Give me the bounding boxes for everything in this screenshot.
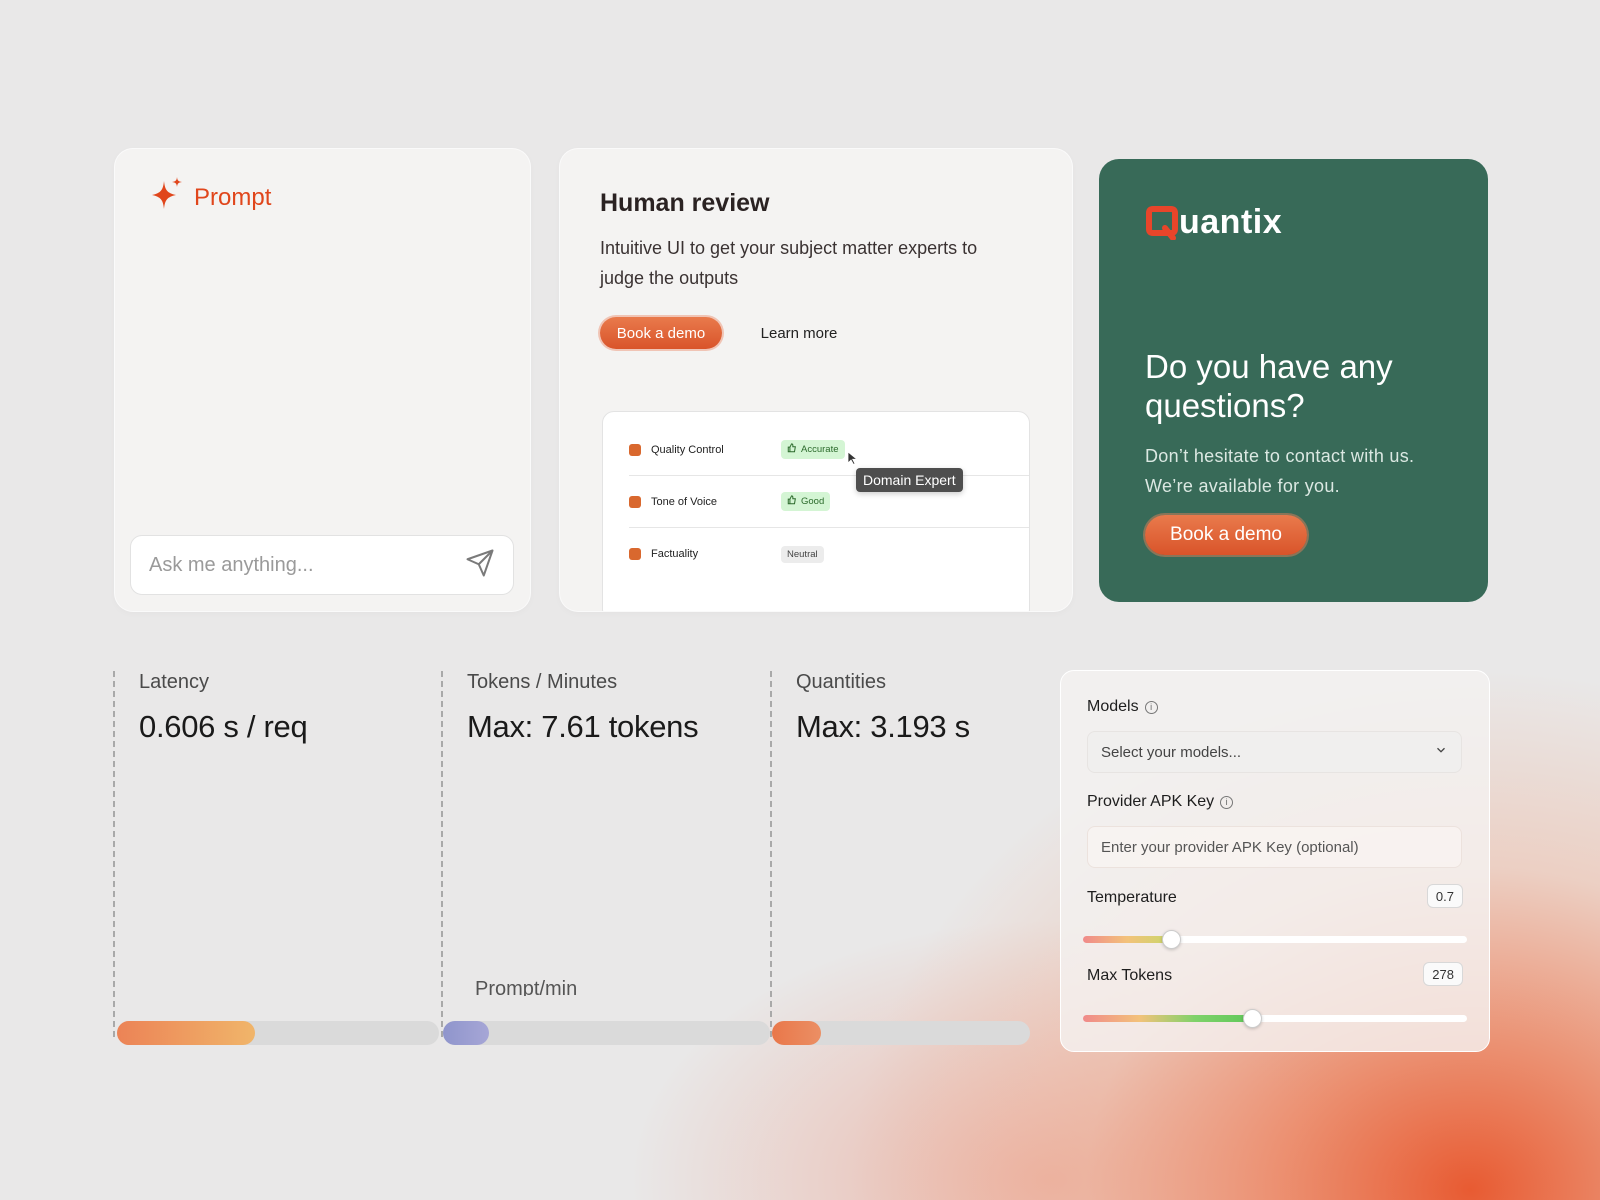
model-settings-panel: Models i Select your models... Provider …: [1060, 670, 1490, 1052]
quantix-logo: uantix: [1145, 203, 1282, 242]
verdict-tag-label: Neutral: [787, 548, 818, 560]
chevron-down-icon: [1434, 743, 1448, 761]
contact-card: uantix Do you have any questions? Don’t …: [1099, 159, 1488, 602]
temperature-slider[interactable]: [1083, 930, 1467, 949]
models-select[interactable]: Select your models...: [1087, 731, 1462, 773]
api-key-input[interactable]: [1087, 826, 1462, 868]
cursor-icon: [847, 451, 859, 470]
contact-book-demo-button[interactable]: Book a demo: [1145, 515, 1307, 555]
criterion-icon: [629, 495, 641, 508]
thumbs-up-icon: [787, 443, 797, 456]
review-row: Factuality Neutral: [629, 528, 1029, 580]
prompt-card: Prompt: [115, 149, 530, 611]
quantix-logo-mark: [1146, 205, 1178, 240]
latency-progress-track: [117, 1021, 439, 1045]
quantix-logo-text: uantix: [1179, 203, 1283, 241]
criterion-icon: [629, 443, 641, 456]
api-key-label-row: Provider APK Key i: [1087, 793, 1234, 811]
send-icon[interactable]: [465, 548, 495, 583]
temperature-slider-thumb[interactable]: [1162, 930, 1182, 949]
sparkle-icon: [150, 177, 184, 218]
review-description: Intuitive UI to get your subject matter …: [600, 238, 978, 288]
metric-value: Max: 7.61 tokens: [467, 709, 699, 744]
verdict-tag[interactable]: Neutral: [781, 545, 824, 563]
review-title: Human review: [600, 189, 770, 217]
temperature-label-row: Temperature: [1087, 889, 1177, 907]
thumbs-up-icon: [787, 495, 797, 508]
domain-expert-tooltip: Domain Expert: [856, 468, 963, 492]
max-tokens-label: Max Tokens: [1087, 967, 1173, 984]
book-demo-button[interactable]: Book a demo: [600, 317, 722, 349]
metric-value: 0.606 s / req: [139, 709, 308, 744]
tokens-progress-track: [443, 1021, 770, 1045]
latency-metric: Latency 0.606 s / req: [113, 671, 442, 1037]
temperature-label: Temperature: [1087, 889, 1177, 906]
temperature-value[interactable]: 0.7: [1426, 884, 1463, 908]
verdict-tag[interactable]: Accurate: [781, 440, 845, 459]
max-tokens-label-row: Max Tokens: [1087, 967, 1172, 985]
contact-title: Do you have any questions?: [1145, 348, 1393, 424]
info-icon[interactable]: i: [1144, 700, 1158, 714]
verdict-tag-label: Good: [801, 496, 825, 507]
prompt-brand: Prompt: [150, 177, 271, 218]
metric-value: Max: 3.193 s: [796, 709, 970, 744]
models-label-row: Models i: [1087, 698, 1158, 716]
ask-input[interactable]: [149, 553, 465, 577]
contact-description: Don’t hesitate to contact with us. We’re…: [1145, 446, 1415, 496]
models-label: Models: [1087, 698, 1139, 715]
max-tokens-slider-fill: [1083, 1015, 1252, 1022]
criterion-icon: [629, 548, 641, 560]
max-tokens-value[interactable]: 278: [1423, 962, 1463, 986]
temperature-slider-fill: [1083, 936, 1172, 943]
latency-progress-fill: [117, 1021, 256, 1045]
human-review-card: Human review Intuitive UI to get your su…: [560, 149, 1072, 611]
criterion-label: Quality Control: [651, 443, 724, 456]
metric-label: Latency: [139, 671, 210, 693]
learn-more-button[interactable]: Learn more: [740, 317, 858, 349]
verdict-tag[interactable]: Good: [781, 492, 831, 511]
criterion-label: Tone of Voice: [651, 495, 718, 508]
review-row: Tone of Voice Good: [629, 476, 1029, 528]
quantities-metric: Quantities Max: 3.193 s: [770, 671, 1030, 1037]
prompt-title: Prompt: [194, 183, 272, 211]
verdict-tag-label: Accurate: [801, 444, 839, 455]
api-key-label: Provider APK Key: [1087, 793, 1215, 810]
tokens-progress-fill: [443, 1021, 489, 1045]
quantities-progress-fill: [772, 1021, 822, 1045]
metric-label: Tokens / Minutes: [467, 671, 618, 693]
info-icon[interactable]: i: [1220, 795, 1234, 809]
quantities-progress-track: [772, 1021, 1030, 1045]
criterion-label: Factuality: [651, 548, 699, 560]
review-row: Quality Control Accurate: [629, 424, 1029, 476]
prompt-min-label: Prompt/min: [475, 978, 578, 996]
models-select-placeholder: Select your models...: [1101, 743, 1242, 761]
metric-label: Quantities: [796, 671, 887, 693]
review-table: Quality Control Accurate Tone of Voice G…: [602, 411, 1030, 611]
max-tokens-slider[interactable]: [1083, 1009, 1467, 1028]
max-tokens-slider-thumb[interactable]: [1242, 1009, 1262, 1028]
ask-box: [130, 535, 514, 595]
